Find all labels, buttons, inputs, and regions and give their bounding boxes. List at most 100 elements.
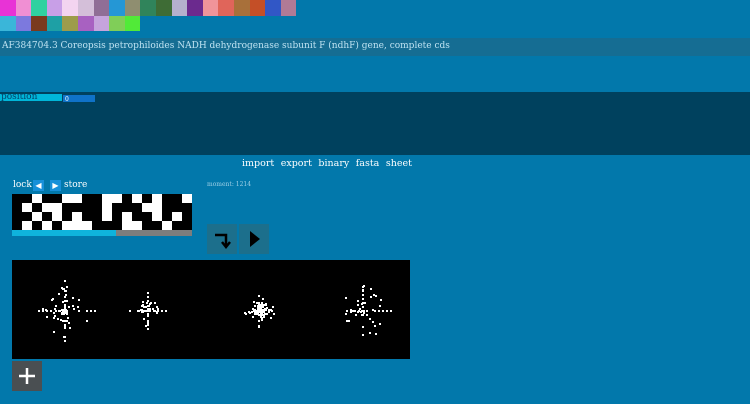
color-swatch[interactable]: [0, 15, 16, 32]
plot-dot: [263, 304, 265, 306]
plot-dot: [153, 310, 155, 312]
plot-dot: [255, 313, 257, 315]
plot-dot: [362, 298, 364, 300]
plot-dot: [378, 310, 380, 312]
plot-dot: [374, 310, 376, 312]
plot-dot: [60, 319, 62, 321]
plot-dot: [348, 320, 350, 322]
color-swatch[interactable]: [78, 0, 94, 16]
color-swatch[interactable]: [46, 15, 63, 32]
plot-dot: [252, 316, 254, 318]
plot-dot: [145, 325, 147, 327]
plot-dot: [143, 318, 145, 320]
color-swatch[interactable]: [140, 0, 156, 16]
plot-dot: [346, 310, 348, 312]
color-swatch[interactable]: [15, 15, 32, 32]
pattern-cell: [182, 221, 192, 230]
plot-dot: [64, 308, 66, 310]
pattern-cell: [182, 212, 192, 221]
color-swatch[interactable]: [109, 0, 125, 16]
pattern-cell: [92, 203, 102, 212]
color-swatch[interactable]: [265, 0, 281, 16]
color-swatch[interactable]: [218, 0, 234, 16]
plot-dot: [165, 310, 167, 312]
plot-dot: [262, 306, 264, 308]
color-swatch[interactable]: [280, 0, 297, 16]
plot-dot: [145, 310, 147, 312]
next-arrow-icon[interactable]: ▶: [50, 180, 61, 191]
store-button[interactable]: store: [64, 180, 87, 190]
plot-dot: [256, 302, 258, 304]
color-swatch[interactable]: [31, 15, 47, 32]
plot-dot: [271, 310, 273, 312]
lock-button[interactable]: lock: [13, 180, 32, 190]
plot-dot: [261, 319, 263, 321]
color-swatch[interactable]: [46, 0, 63, 16]
fasta-link[interactable]: fasta: [356, 158, 380, 169]
plot-dot: [149, 310, 151, 312]
plot-dot: [147, 313, 149, 315]
plot-dot: [38, 310, 40, 312]
plot-dot: [369, 318, 371, 320]
color-swatch[interactable]: [171, 0, 188, 16]
pattern-cell: [22, 194, 32, 203]
export-link[interactable]: export: [281, 158, 312, 169]
color-swatch[interactable]: [156, 0, 172, 16]
previous-arrow-icon[interactable]: ◀: [33, 180, 44, 191]
plot-dot: [62, 310, 64, 312]
plot-dot: [262, 309, 264, 311]
plot-dot: [148, 305, 150, 307]
plot-dot: [64, 290, 66, 292]
color-swatch[interactable]: [124, 15, 141, 32]
plot-dot: [53, 317, 55, 319]
color-swatch[interactable]: [249, 0, 266, 16]
plot-dot: [58, 293, 60, 295]
plot-dot: [66, 310, 68, 312]
pattern-cell: [62, 212, 72, 221]
color-swatch[interactable]: [202, 0, 219, 16]
plot-dot: [258, 320, 260, 322]
plot-dot: [268, 311, 270, 313]
color-swatch[interactable]: [62, 0, 78, 16]
pattern-cell: [22, 212, 32, 221]
color-swatch[interactable]: [234, 0, 250, 16]
plot-dot: [78, 310, 80, 312]
color-swatch[interactable]: [187, 0, 203, 16]
pattern-cell: [32, 221, 42, 230]
pattern-cell: [62, 203, 72, 212]
color-swatch[interactable]: [109, 15, 125, 32]
add-button[interactable]: [12, 361, 42, 391]
plot-dot: [254, 305, 256, 307]
plot-dot: [46, 316, 48, 318]
plot-dot: [55, 305, 57, 307]
plot-dot: [46, 310, 48, 312]
color-swatch[interactable]: [0, 0, 16, 16]
pattern-cell: [42, 194, 52, 203]
color-swatch[interactable]: [15, 0, 32, 16]
pattern-cell: [112, 203, 122, 212]
color-swatch[interactable]: [78, 15, 94, 32]
color-swatch[interactable]: [93, 0, 110, 16]
step-button[interactable]: [207, 224, 237, 254]
plot-dot: [64, 312, 66, 314]
plot-dot: [260, 306, 262, 308]
plot-dot: [64, 300, 66, 302]
plot-dot: [64, 296, 66, 298]
plot-dot: [77, 306, 79, 308]
plot-dot: [129, 310, 131, 312]
binary-link[interactable]: binary: [318, 158, 349, 169]
color-swatch[interactable]: [62, 15, 78, 32]
plot-dot: [63, 288, 65, 290]
import-link[interactable]: import: [242, 158, 274, 169]
color-swatch[interactable]: [93, 15, 110, 32]
sheet-link[interactable]: sheet: [386, 158, 412, 169]
pattern-cell: [82, 203, 92, 212]
pattern-cell: [32, 203, 42, 212]
plot-dot: [360, 311, 362, 313]
color-swatch[interactable]: [31, 0, 47, 16]
plot-dot: [61, 287, 63, 289]
pattern-cell: [142, 221, 152, 230]
plot-dot: [362, 310, 364, 312]
color-swatch[interactable]: [124, 0, 141, 16]
play-button[interactable]: [239, 224, 269, 254]
